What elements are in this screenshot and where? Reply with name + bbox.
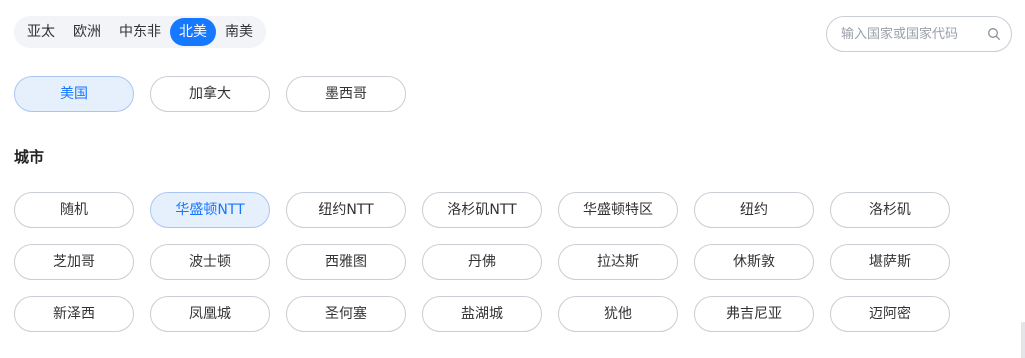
city-option[interactable]: 犹他 — [558, 296, 678, 332]
tab-europe[interactable]: 欧洲 — [64, 18, 110, 46]
search-icon[interactable] — [987, 27, 1001, 41]
city-option[interactable]: 洛杉矶 — [830, 192, 950, 228]
cities-section-title: 城市 — [14, 148, 45, 166]
country-search-input[interactable] — [839, 25, 987, 43]
country-search-box — [826, 16, 1012, 52]
city-option[interactable]: 洛杉矶NTT — [422, 192, 542, 228]
city-option[interactable]: 纽约 — [694, 192, 814, 228]
tab-middle-east-africa[interactable]: 中东非 — [110, 18, 170, 46]
region-tabs: 亚太 欧洲 中东非 北美 南美 — [14, 16, 266, 48]
city-option[interactable]: 圣何塞 — [286, 296, 406, 332]
city-option[interactable]: 华盛顿NTT — [150, 192, 270, 228]
city-option[interactable]: 堪萨斯 — [830, 244, 950, 280]
tab-asia-pacific[interactable]: 亚太 — [18, 18, 64, 46]
city-option[interactable]: 丹佛 — [422, 244, 542, 280]
city-option[interactable]: 西雅图 — [286, 244, 406, 280]
city-option[interactable]: 弗吉尼亚 — [694, 296, 814, 332]
tab-north-america[interactable]: 北美 — [170, 18, 216, 46]
country-option-canada[interactable]: 加拿大 — [150, 76, 270, 112]
city-option[interactable]: 休斯敦 — [694, 244, 814, 280]
country-option-usa[interactable]: 美国 — [14, 76, 134, 112]
city-option[interactable]: 华盛顿特区 — [558, 192, 678, 228]
city-option[interactable]: 随机 — [14, 192, 134, 228]
city-option[interactable]: 拉达斯 — [558, 244, 678, 280]
tab-south-america[interactable]: 南美 — [216, 18, 262, 46]
city-option[interactable]: 盐湖城 — [422, 296, 542, 332]
city-option[interactable]: 凤凰城 — [150, 296, 270, 332]
city-option[interactable]: 芝加哥 — [14, 244, 134, 280]
city-option[interactable]: 波士顿 — [150, 244, 270, 280]
city-option[interactable]: 纽约NTT — [286, 192, 406, 228]
country-option-mexico[interactable]: 墨西哥 — [286, 76, 406, 112]
city-option[interactable]: 迈阿密 — [830, 296, 950, 332]
city-option[interactable]: 新泽西 — [14, 296, 134, 332]
scrollbar-edge[interactable] — [1021, 322, 1025, 358]
location-picker: 亚太 欧洲 中东非 北美 南美 美国 加拿大 墨西哥 城市 随机 华盛顿NTT … — [0, 0, 1025, 358]
